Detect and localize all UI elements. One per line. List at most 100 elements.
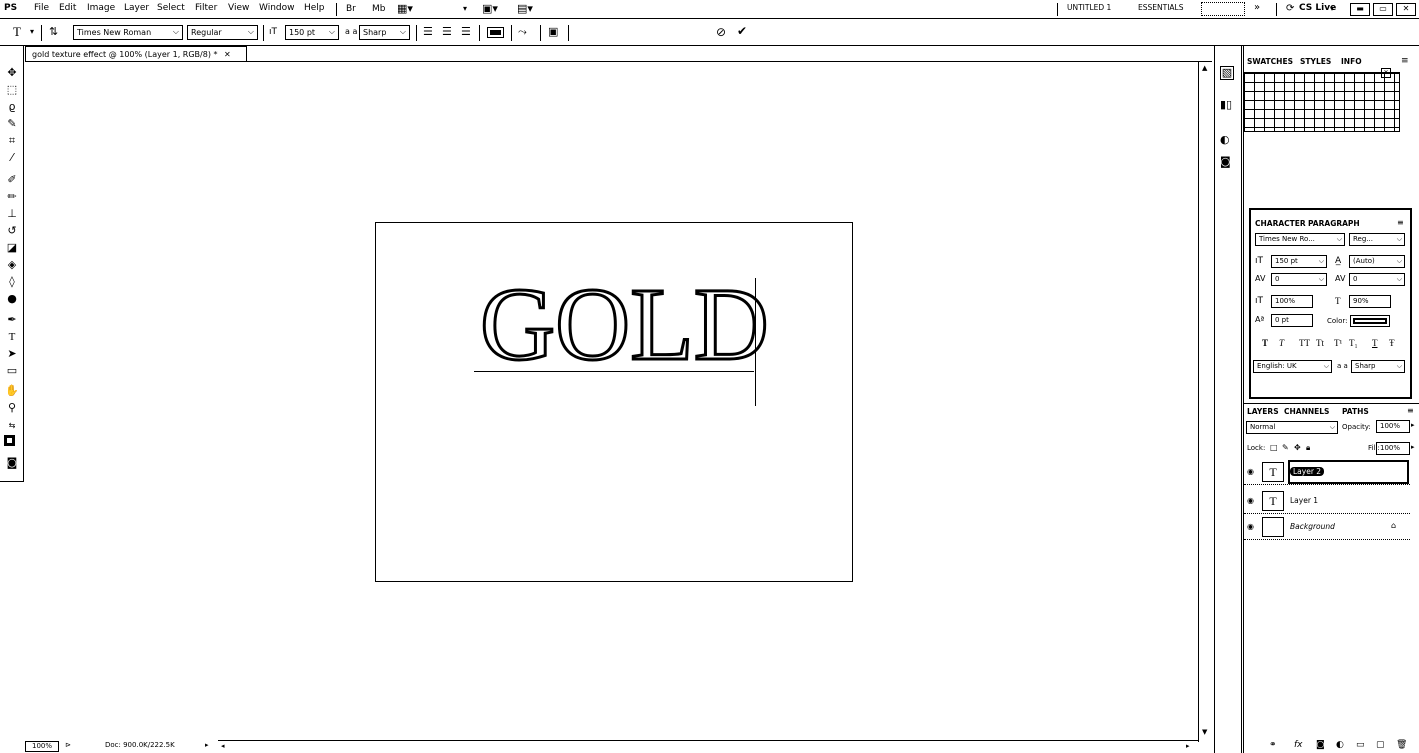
rectangle-tool-icon[interactable]: ▭	[5, 364, 19, 378]
panel-menu-icon[interactable]: ≡	[1397, 218, 1404, 227]
close-tab-icon[interactable]: ✕	[224, 50, 231, 59]
cslive-dropdown-icon[interactable]: ▾	[1330, 3, 1334, 15]
eyedropper-tool-icon[interactable]: ⁄	[5, 151, 19, 165]
view-extras-icon[interactable]: ▦▾	[397, 3, 413, 15]
menu-select[interactable]: Select	[157, 3, 185, 13]
layer-name[interactable]: Layer 1	[1290, 496, 1318, 505]
healing-brush-tool-icon[interactable]: ✐	[5, 173, 19, 187]
scroll-up-icon[interactable]: ▲	[1202, 64, 1207, 72]
faux-italic-button[interactable]: T	[1279, 338, 1284, 348]
char-hscale-field[interactable]: 90%	[1349, 295, 1391, 308]
blend-mode-select[interactable]: Normal ⌵	[1246, 421, 1338, 434]
lock-all-icon[interactable]: 🔒︎	[1306, 443, 1310, 453]
opacity-slider-icon[interactable]: ▸	[1411, 421, 1415, 429]
brush-tool-icon[interactable]: ✏	[5, 190, 19, 204]
panel-menu-icon[interactable]: ≡	[1401, 56, 1409, 66]
char-color-swatch[interactable]	[1350, 315, 1390, 327]
type-tool-icon[interactable]: T	[13, 25, 21, 38]
commit-edits-icon[interactable]: ✔	[737, 25, 747, 37]
superscript-button[interactable]: T¹	[1334, 338, 1342, 348]
arrange-documents-icon[interactable]: ▣▾	[482, 3, 498, 15]
tab-paths[interactable]: PATHS	[1342, 407, 1369, 416]
swap-colors-icon[interactable]: ⇆	[5, 419, 19, 433]
font-family-select[interactable]: Times New Roman ⌵	[73, 25, 183, 40]
masks-panel-icon[interactable]: ◙	[1220, 155, 1231, 168]
history-panel-icon[interactable]: ▧	[1220, 66, 1234, 80]
char-antialias-select[interactable]: Sharp ⌵	[1351, 360, 1405, 373]
faux-bold-button[interactable]: T	[1262, 338, 1268, 348]
layer-style-icon[interactable]: fx	[1294, 740, 1303, 750]
small-caps-button[interactable]: Tt	[1316, 338, 1324, 348]
fill-field[interactable]: 100%	[1376, 442, 1410, 455]
layer-row[interactable]: ◉ Background ⌂	[1244, 514, 1410, 540]
crop-tool-icon[interactable]: ⌗	[5, 134, 19, 148]
char-baseline-field[interactable]: 0 pt	[1271, 314, 1313, 327]
lasso-tool-icon[interactable]: ϱ	[5, 100, 19, 114]
screen-mode-icon[interactable]: ▤▾	[517, 3, 533, 15]
zoom-level-field[interactable]: 100%	[25, 741, 59, 752]
foreground-color-swatch[interactable]	[4, 435, 15, 446]
lock-transparency-icon[interactable]: □	[1270, 443, 1278, 452]
paint-bucket-tool-icon[interactable]: ◈	[5, 258, 19, 272]
new-layer-icon[interactable]: ▢	[1376, 740, 1385, 750]
tab-swatches[interactable]: SWATCHES	[1247, 57, 1293, 66]
eraser-tool-icon[interactable]: ◪	[5, 241, 19, 255]
char-vscale-field[interactable]: 100%	[1271, 295, 1313, 308]
pen-tool-icon[interactable]: ✒	[5, 313, 19, 327]
char-font-family-select[interactable]: Times New Ro... ⌵	[1255, 233, 1345, 246]
cancel-edits-icon[interactable]: ⊘	[716, 26, 726, 38]
layer-name[interactable]: Background	[1290, 522, 1335, 531]
zoom-dropdown-icon[interactable]: ▾	[463, 3, 467, 15]
adjustments-panel-icon[interactable]: ◐	[1220, 133, 1230, 146]
menu-window[interactable]: Window	[259, 3, 295, 13]
tab-character[interactable]: CHARACTER	[1255, 219, 1306, 228]
menu-filter[interactable]: Filter	[195, 3, 217, 13]
quick-mask-icon[interactable]: ◙	[5, 456, 19, 470]
layer-name[interactable]: Layer 2	[1290, 467, 1325, 476]
status-menu-icon[interactable]: ▸	[205, 741, 209, 749]
scroll-right-icon[interactable]: ▸	[1186, 742, 1190, 750]
move-tool-icon[interactable]: ✥	[5, 66, 19, 80]
marquee-tool-icon[interactable]: ⬚	[5, 83, 19, 97]
history-brush-tool-icon[interactable]: ↺	[5, 224, 19, 238]
more-workspaces-icon[interactable]: »	[1254, 2, 1260, 14]
font-style-select[interactable]: Regular ⌵	[187, 25, 258, 40]
all-caps-button[interactable]: TT	[1299, 338, 1310, 348]
font-size-select[interactable]: 150 pt ⌵	[285, 25, 339, 40]
dodge-tool-icon[interactable]: ●	[5, 292, 19, 306]
bridge-icon[interactable]: Br	[346, 3, 356, 15]
minibridge-icon[interactable]: Mb	[372, 3, 385, 15]
tool-preset-dropdown-icon[interactable]: ▾	[30, 26, 34, 38]
add-mask-icon[interactable]: ◙	[1316, 740, 1325, 750]
subscript-button[interactable]: T₁	[1349, 338, 1358, 348]
underline-button[interactable]: T	[1372, 338, 1378, 348]
lock-position-icon[interactable]: ✥	[1294, 443, 1301, 452]
canvas[interactable]: GOLD	[375, 222, 853, 582]
visibility-eye-icon[interactable]: ◉	[1247, 467, 1254, 476]
layer-row[interactable]: ◉ T Layer 1	[1244, 488, 1410, 514]
swatches-grid[interactable]	[1243, 72, 1400, 132]
type-tool-icon[interactable]: T	[5, 330, 19, 344]
opacity-field[interactable]: 100%	[1376, 420, 1410, 433]
text-color-swatch[interactable]	[487, 27, 504, 38]
hand-tool-icon[interactable]: ✋	[5, 384, 19, 398]
clone-stamp-tool-icon[interactable]: ⊥	[5, 207, 19, 221]
tab-channels[interactable]: CHANNELS	[1284, 407, 1329, 416]
character-panel-toggle-icon[interactable]: ▣	[548, 26, 558, 38]
path-selection-tool-icon[interactable]: ➤	[5, 347, 19, 361]
char-font-style-select[interactable]: Reg... ⌵	[1349, 233, 1405, 246]
status-options-icon[interactable]: ⊳	[65, 741, 71, 749]
menu-file[interactable]: File	[34, 3, 49, 13]
menu-view[interactable]: View	[228, 3, 249, 13]
warp-text-icon[interactable]: ⤳	[518, 26, 527, 38]
canvas-text[interactable]: GOLD	[479, 271, 771, 378]
layer-row[interactable]: ◉ T Layer 2	[1244, 459, 1410, 485]
lock-pixels-icon[interactable]: ✎	[1282, 443, 1289, 452]
char-kerning-field[interactable]: 0 ⌵	[1271, 273, 1327, 286]
visibility-eye-icon[interactable]: ◉	[1247, 496, 1254, 505]
align-right-icon[interactable]: ☰	[461, 26, 471, 38]
vertical-scrollbar[interactable]: ▲ ▼	[1198, 62, 1212, 742]
text-orientation-icon[interactable]: ⇅	[49, 26, 58, 38]
horizontal-scrollbar[interactable]: ◂ ▸	[218, 740, 1198, 753]
scroll-down-icon[interactable]: ▼	[1202, 728, 1207, 736]
